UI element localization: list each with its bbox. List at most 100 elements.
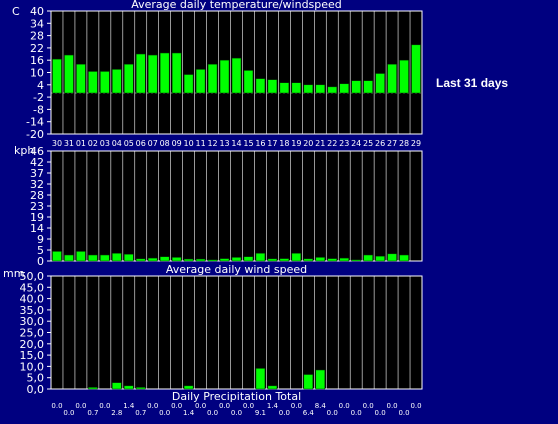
chart3-value-label: 0.0 [159,409,170,417]
chart1-x-tick-label: 05 [124,139,134,148]
chart1-x-tick-label: 11 [196,139,206,148]
chart2-bar [76,251,86,262]
chart3-value-label: 0.0 [219,402,230,410]
chart1-x-tick-label: 15 [243,139,253,148]
chart1-x-tick-label: 30 [52,139,62,148]
chart1-x-tick-label: 02 [88,139,98,148]
chart1-x-tick-label: 06 [136,139,146,148]
chart3-value-label: 6.4 [303,409,315,417]
chart1-bar [267,79,278,94]
chart2-unit-label: kph [14,144,34,157]
chart3-value-label: 9.1 [255,409,266,417]
chart1-x-tick-label: 29 [411,139,421,148]
chart1-bar [375,73,385,94]
chart3-value-label: 0.0 [99,402,110,410]
chart3-y-tick-label: 0,0 [27,383,45,396]
chart1-y-tick-label: 34 [30,17,44,30]
chart3-value-label: 0.0 [351,409,362,417]
chart1-bar [363,80,373,94]
chart2-bar [219,258,230,262]
chart1-y-tick-label: 16 [30,54,44,67]
chart2-bar [136,258,146,262]
chart1-bar [303,84,314,94]
chart3-bar [303,374,314,390]
chart2-y-tick-label: 0 [37,255,44,268]
chart3-bar [255,368,266,390]
chart1-bar [159,52,170,94]
chart1-unit-label: C [12,5,20,18]
chart3-value-label: 1.4 [183,409,195,417]
chart1-bar [100,71,110,94]
chart1-bar [207,64,218,94]
chart1-bar [64,54,74,94]
chart1-x-tick-label: 04 [112,139,122,148]
chart2-bar [195,258,206,262]
chart1-bar [219,59,230,94]
chart2-bar [124,254,134,262]
chart2-bar [52,251,62,262]
chart2-bar [243,256,254,262]
chart3-value-label: 8.4 [315,402,327,410]
chart1-y-tick-label: 28 [30,30,44,43]
weather-chart-panel: 40 34 28 22 16 10 4 -2 -8 -14 -20 C Average daily te… [0,0,558,424]
chart1-bar [88,71,98,94]
chart2-bar [375,255,385,262]
chart1-x-tick-label: 07 [148,139,158,148]
chart1-x-tick-label: 08 [160,139,170,148]
chart3-value-label: 0.0 [291,402,302,410]
chart2-bar [112,253,122,262]
chart3-value-label: 0.0 [339,402,350,410]
chart3-value-label: 2.8 [111,409,122,417]
chart2-title: Average daily wind speed [166,263,307,276]
chart2-bar [327,258,337,262]
chart3-value-label: 0.0 [243,402,254,410]
chart3-unit-label: mm [3,267,24,280]
chart1-bar [243,70,254,94]
chart3-value-label: 0.0 [375,409,386,417]
period-label: Last 31 days [436,76,509,90]
chart3-value-label: 0.7 [135,409,146,417]
chart2-bar [147,257,158,262]
chart1-bar [255,78,266,94]
chart3-value-label: 1.4 [123,402,135,410]
chart1-x-tick-label: 23 [339,139,349,148]
chart2-bar [231,257,242,262]
chart1-x-tick-label: 14 [231,139,241,148]
chart1-x-tick-label: 25 [363,139,373,148]
chart1-x-tick-label: 01 [76,139,86,148]
chart2-bar [159,256,170,262]
chart2-bar [267,258,278,262]
chart1-y-tick-label: 22 [30,42,44,55]
chart3-value-label: 0.0 [171,402,182,410]
chart2-bar [315,257,326,262]
chart1-bar [387,64,397,94]
chart1-y-tick-label: 10 [30,67,44,80]
chart3-value-label: 0.0 [195,402,206,410]
chart1-bar [136,53,146,94]
chart2-bar [279,258,290,262]
chart1-y-tick-label: -2 [33,91,44,104]
chart1-x-tick-label: 03 [100,139,110,148]
chart3-plot-area [50,275,423,390]
chart3-value-label: 0.0 [410,402,421,410]
chart3-value-label: 1.4 [267,402,279,410]
chart1-y-tick-label: -14 [26,116,44,129]
chart3-value-label: 0.0 [387,402,398,410]
chart2-bar [183,258,194,262]
chart1-y-tick-label: 40 [30,5,44,18]
chart1-bar [411,44,421,94]
chart1-x-tick-label: 28 [399,139,409,148]
chart1-bar [112,69,122,94]
chart1-bar [52,58,62,94]
chart3-value-label: 0.0 [207,409,218,417]
chart1-bar [195,69,206,94]
chart1-bar [399,59,409,94]
chart3-value-label: 0.0 [231,409,242,417]
chart1-x-tick-label: 17 [267,139,277,148]
chart3-value-label: 0.0 [279,409,290,417]
chart3-value-label: 0.0 [51,402,62,410]
chart2-bar [339,257,349,262]
chart2-bar [387,253,397,262]
chart1-x-tick-label: 27 [387,139,397,148]
chart1-x-tick-label: 18 [279,139,289,148]
